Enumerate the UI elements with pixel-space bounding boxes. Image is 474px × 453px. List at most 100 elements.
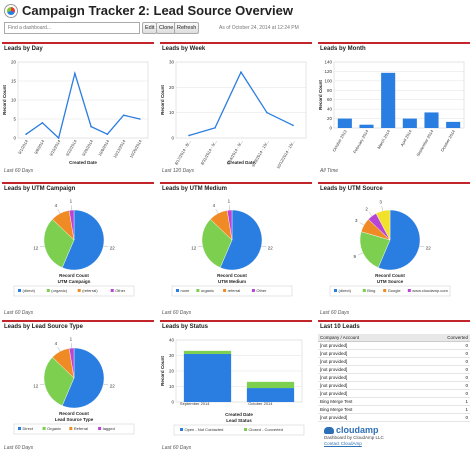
dashboard-logo-icon (4, 4, 18, 18)
legend-label: (referral) (82, 288, 98, 293)
utm-source-chart[interactable]: 22 9 3 2 3 Record CountUTM Source (direct) Bing… (318, 194, 470, 308)
y-axis-label: Record Count (160, 356, 165, 386)
x-tick-label: 8/31/2014 - 9/... (200, 139, 218, 166)
x-tick-label: September 2014 (415, 128, 435, 157)
slice-value-label: 4 (55, 341, 58, 346)
company-cell[interactable]: [not provided] (318, 381, 415, 390)
data-point (74, 72, 76, 75)
slice-value-label: 12 (33, 245, 39, 250)
company-cell[interactable]: Bing Merge Test (318, 405, 415, 414)
y-tick-label: 40 (169, 338, 175, 343)
company-cell[interactable]: [not provided] (318, 357, 415, 366)
slice-leader-line (103, 383, 109, 386)
table-header-row: Company / Account Converted (318, 334, 470, 342)
data-point (188, 134, 190, 137)
table-row[interactable]: [not provided] 0 (318, 341, 470, 350)
table-row[interactable]: [not provided] 0 (318, 373, 470, 382)
x-tick-label: April 2014 (399, 128, 413, 147)
panel-title: Leads by Lead Source Type (2, 320, 154, 331)
table-row[interactable]: [not provided] 0 (318, 381, 470, 390)
legend-label: Other (115, 288, 126, 293)
dashboard-search-input[interactable] (4, 22, 140, 34)
y-tick-label: 20 (327, 116, 333, 121)
leads-by-status-chart[interactable]: 010203040Record CountSeptember 2014 Octob… (160, 332, 312, 444)
x-tick-label: 8/17/2014 - 8/... (174, 139, 192, 166)
legend-swatch (407, 289, 411, 292)
utm-medium-chart[interactable]: 22 12 4 1 Record CountUTM Medium none organic r… (160, 194, 312, 308)
legend-label: (direct) (339, 288, 352, 293)
company-cell[interactable]: [not provided] (318, 365, 415, 374)
slice-leader-line (57, 346, 61, 352)
y-tick-label: 10 (169, 384, 175, 389)
column-header-converted[interactable]: Converted (414, 334, 470, 342)
data-point (122, 114, 125, 116)
panel-footer: Last 60 Days (4, 168, 34, 174)
converted-cell: 1 (414, 397, 470, 406)
leads-by-month-chart[interactable]: 0 20 40 60 80 100 120 140 Record Count October 20… (318, 54, 470, 166)
y-tick-label: 80 (327, 88, 333, 93)
table-row[interactable]: [not provided] 0 (318, 365, 470, 374)
slice-leader-line (261, 245, 267, 248)
contact-cloudamp-link[interactable]: Contact CloudAmp (324, 441, 384, 447)
y-axis-label: Record Count (160, 85, 165, 115)
refresh-button[interactable]: Refresh (174, 22, 200, 34)
y-tick-label: 0 (171, 400, 174, 405)
converted-cell: 0 (414, 413, 470, 422)
y-tick-label: 5 (13, 117, 16, 122)
x-axis-label: Created Date (69, 160, 97, 165)
table-row[interactable]: Bing Merge Test 1 (318, 405, 470, 414)
x-axis-label: Created Date (227, 160, 255, 165)
legend-swatch (46, 289, 50, 292)
table-row[interactable]: [not provided] 0 (318, 349, 470, 358)
last-10-leads-table: Company / Account Converted [not provide… (318, 334, 470, 422)
slice-leader-line (419, 245, 425, 248)
leads-by-day-chart[interactable]: 0 5 10 15 20 Record Count 9/1/2014 9/8/2014 9/15… (2, 54, 154, 166)
converted-cell: 0 (414, 373, 470, 382)
panel-utm-campaign: Leads by UTM Campaign 22 12 4 1 Record Count… (2, 182, 154, 320)
panel-leads-by-day: Leads by Day 0 5 10 15 20 Record Count 9/1/201… (2, 42, 154, 182)
panel-title: Leads by Week (160, 42, 312, 53)
company-cell[interactable]: [not provided] (318, 373, 415, 382)
column-header-company[interactable]: Company / Account (318, 334, 415, 342)
legend-label: organic (201, 288, 214, 293)
panel-footer: Last 60 Days (4, 310, 34, 316)
x-tick-label: March 2014 (376, 128, 391, 149)
y-tick-label: 0 (13, 136, 16, 141)
table-row[interactable]: Bing Merge Test 1 (318, 397, 470, 406)
data-point (90, 125, 92, 128)
x-axis-label: Created Date (225, 412, 253, 417)
bar (402, 118, 417, 128)
company-cell[interactable]: [not provided] (318, 341, 415, 350)
x-tick-label: 9/15/2014 (48, 138, 62, 157)
legend-label: Organic (47, 426, 61, 431)
company-cell[interactable]: Bing Merge Test (318, 397, 415, 406)
table-row[interactable]: [not provided] 0 (318, 413, 470, 422)
y-tick-label: 15 (11, 79, 17, 84)
converted-cell: 1 (414, 405, 470, 414)
leads-by-week-chart[interactable]: 0 10 20 30 Record Count 8/17/2014 - 8/... 8/31… (160, 54, 312, 170)
utm-campaign-chart[interactable]: 22 12 4 1 Record CountUTM Campaign (direct) (o… (2, 194, 154, 308)
data-point (266, 111, 268, 114)
table-row[interactable]: [not provided] 0 (318, 357, 470, 366)
panel-footer: Last 60 Days (320, 310, 350, 316)
converted-cell: 0 (414, 341, 470, 350)
panel-utm-medium: Leads by UTM Medium 22 12 4 1 Record Count UT… (160, 182, 312, 320)
y-tick-label: 10 (11, 98, 17, 103)
legend-label: Referral (74, 426, 88, 431)
legend-title: Lead Source Type (55, 417, 94, 422)
legend-label: Direct (23, 426, 34, 431)
legend-label: referral (228, 288, 241, 293)
legend-swatch (176, 289, 179, 292)
converted-cell: 0 (414, 381, 470, 390)
slice-leader-line (39, 383, 45, 386)
company-cell[interactable]: [not provided] (318, 389, 415, 398)
table-row[interactable]: [not provided] 0 (318, 389, 470, 398)
legend-label: tagged (103, 426, 115, 431)
y-tick-label: 20 (169, 85, 175, 90)
x-tick-label: 10/13/2014 (112, 138, 127, 159)
lead-source-type-chart[interactable]: 22 12 4 1 Record CountLead Source Type Direct… (2, 332, 154, 444)
x-tick-label: February 2014 (352, 128, 370, 154)
company-cell[interactable]: [not provided] (318, 349, 415, 358)
company-cell[interactable]: [not provided] (318, 413, 415, 422)
slice-leader-line (103, 245, 109, 248)
